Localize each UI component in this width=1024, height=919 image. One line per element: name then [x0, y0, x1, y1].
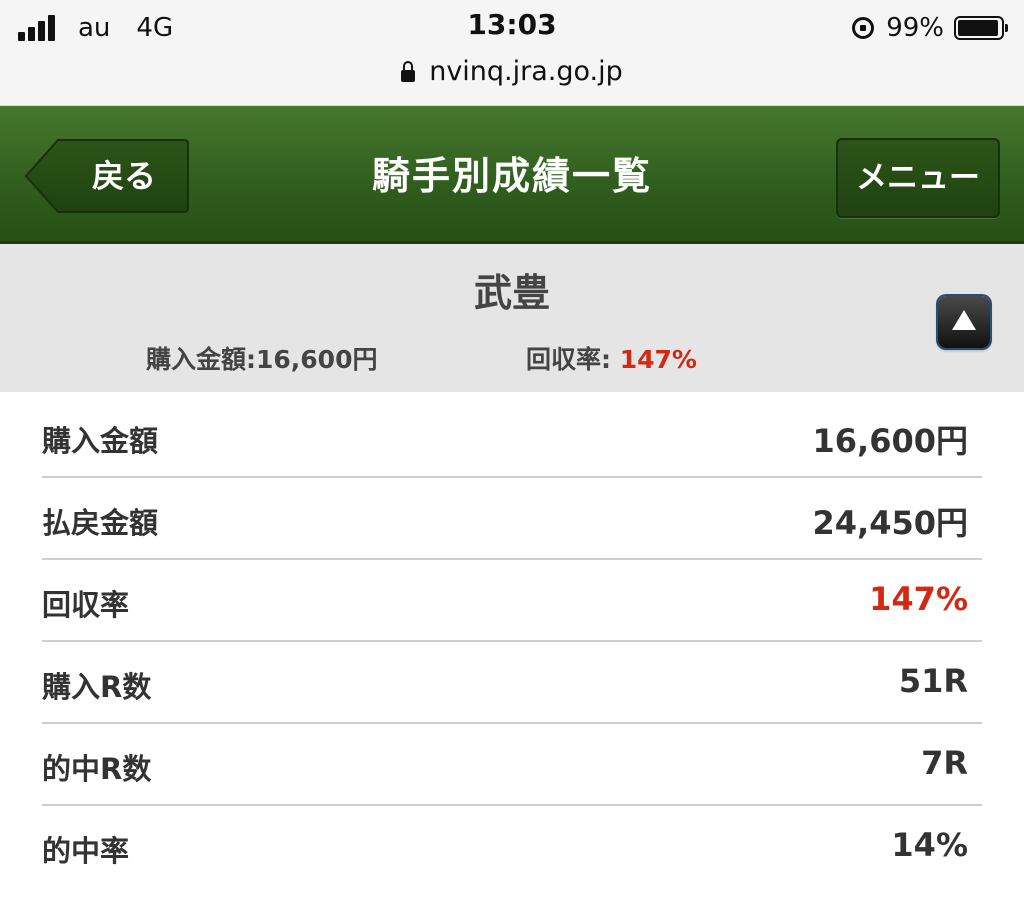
battery-percent: 99% — [886, 13, 944, 43]
summary-purchase: 購入金額:16,600円 — [146, 340, 377, 376]
page-title: 騎手別成績一覧 — [371, 154, 652, 198]
stat-label: 購入R数 — [42, 670, 152, 704]
status-bar: au 4G 13:03 99% nvinq.jra.go.jp — [0, 0, 1024, 106]
collapse-button[interactable] — [938, 296, 990, 348]
summary-purchase-value: 16,600円 — [256, 345, 378, 374]
stat-value: 16,600円 — [812, 422, 969, 460]
stats-list: 購入金額 16,600円 払戻金額 24,450円 回収率 147% 購入R数 … — [42, 396, 982, 888]
stat-row-hit-races: 的中R数 7R — [42, 724, 982, 806]
summary-recovery-value: 147% — [619, 345, 697, 374]
back-button-label: 戻る — [91, 157, 156, 195]
rotation-lock-icon — [852, 17, 875, 39]
menu-button[interactable]: メニュー — [836, 138, 1000, 218]
battery-icon — [954, 16, 1008, 40]
stat-value: 51R — [898, 662, 968, 700]
url-text: nvinq.jra.go.jp — [429, 56, 623, 87]
stat-label: 購入金額 — [42, 424, 159, 458]
back-button[interactable]: 戻る — [24, 138, 190, 214]
stat-row-payout-amount: 払戻金額 24,450円 — [42, 478, 982, 560]
stat-row-hit-rate: 的中率 14% — [42, 806, 982, 888]
lock-icon — [401, 60, 416, 82]
summary-recovery-label: 回収率: — [526, 345, 620, 374]
stat-row-purchase-amount: 購入金額 16,600円 — [42, 396, 982, 478]
jockey-name: 武豊 — [473, 271, 550, 315]
status-right: 99% — [852, 10, 1008, 46]
stat-label: 回収率 — [42, 588, 130, 622]
stat-value: 147% — [869, 580, 968, 618]
page-header: 戻る 騎手別成績一覧 メニュー — [0, 106, 1024, 244]
summary-recovery: 回収率: 147% — [526, 340, 697, 376]
jockey-summary: 武豊 購入金額:16,600円 回収率: 147% — [0, 244, 1024, 392]
stat-value: 14% — [891, 826, 968, 864]
stat-row-purchased-races: 購入R数 51R — [42, 642, 982, 724]
stat-label: 的中率 — [42, 834, 130, 868]
stat-label: 払戻金額 — [42, 506, 159, 540]
stat-value: 24,450円 — [812, 504, 969, 542]
address-bar[interactable]: nvinq.jra.go.jp — [0, 56, 1024, 87]
stat-row-recovery-rate: 回収率 147% — [42, 560, 982, 642]
stat-label: 的中R数 — [42, 752, 152, 786]
stat-value: 7R — [921, 744, 968, 782]
summary-purchase-label: 購入金額: — [146, 345, 256, 374]
triangle-up-icon — [952, 310, 976, 330]
